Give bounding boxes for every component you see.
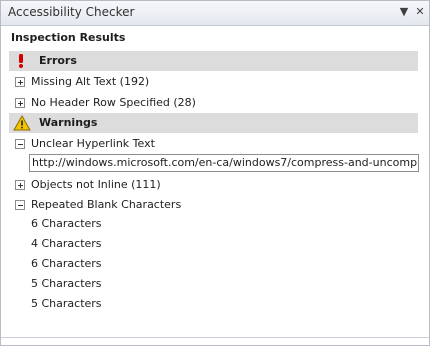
hyperlink-text: http://windows.microsoft.com/en-ca/windo… (32, 156, 419, 169)
pane-title: Accessibility Checker (8, 5, 135, 19)
category-errors-label: Errors (39, 54, 77, 67)
repeated-blank-child[interactable]: 6 Characters (31, 257, 102, 270)
warning-item-label: Repeated Blank Characters (31, 198, 182, 211)
collapse-icon[interactable] (15, 200, 25, 210)
error-item-label: Missing Alt Text (192) (31, 75, 150, 88)
repeated-blank-child[interactable]: 5 Characters (31, 297, 102, 310)
inspection-results-heading: Inspection Results (11, 31, 126, 44)
warning-item-label: Objects not Inline (111) (31, 178, 161, 191)
repeated-blank-child[interactable]: 6 Characters (31, 217, 102, 230)
exclamation-icon (19, 54, 23, 68)
collapse-icon[interactable] (15, 139, 25, 149)
expand-icon[interactable] (15, 77, 25, 87)
pane-divider (1, 337, 429, 338)
expand-icon[interactable] (15, 98, 25, 108)
category-warnings-label: Warnings (39, 116, 98, 129)
close-icon[interactable]: ✕ (413, 5, 427, 19)
error-item-label: No Header Row Specified (28) (31, 96, 196, 109)
warning-triangle-icon (13, 115, 31, 131)
accessibility-checker-pane: Accessibility Checker ▼ ✕ Inspection Res… (0, 0, 430, 346)
category-warnings[interactable]: Warnings (9, 113, 418, 133)
hyperlink-item[interactable]: http://windows.microsoft.com/en-ca/windo… (29, 154, 419, 172)
pane-title-bar: Accessibility Checker ▼ ✕ (1, 1, 429, 26)
expand-icon[interactable] (15, 180, 25, 190)
repeated-blank-child[interactable]: 4 Characters (31, 237, 102, 250)
repeated-blank-child[interactable]: 5 Characters (31, 277, 102, 290)
warning-item-label: Unclear Hyperlink Text (31, 137, 155, 150)
chevron-down-icon[interactable]: ▼ (397, 5, 411, 19)
category-errors[interactable]: Errors (9, 51, 418, 71)
